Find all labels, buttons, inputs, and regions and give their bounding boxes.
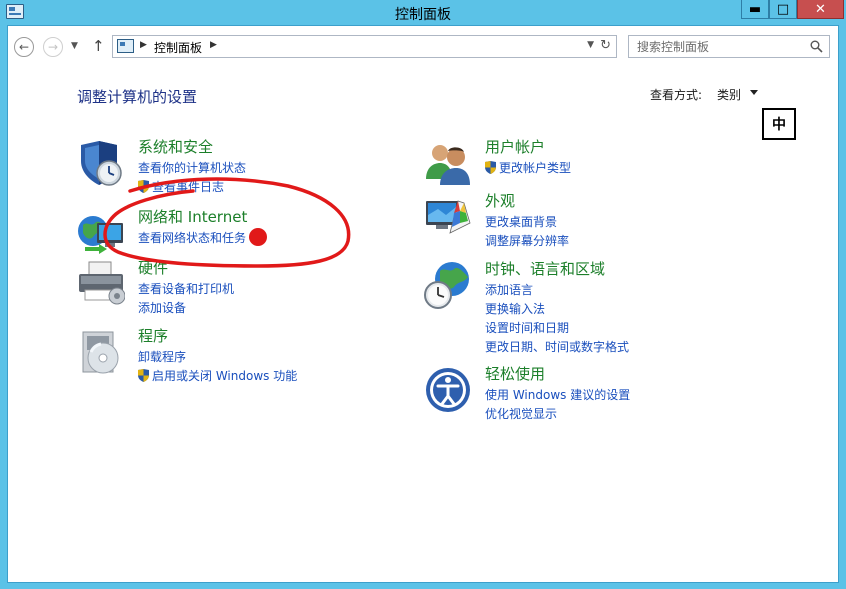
link-adjust-screen-resolution[interactable]: 调整屏幕分辨率: [485, 232, 569, 251]
ease-of-access-icon[interactable]: [424, 366, 472, 414]
search-input[interactable]: [629, 36, 807, 57]
link-view-network-status[interactable]: 查看网络状态和任务: [138, 229, 246, 248]
up-button[interactable]: ↑: [92, 37, 105, 55]
minimize-icon: ▬: [748, 1, 762, 17]
clock-globe-icon[interactable]: [424, 261, 472, 309]
network-globe-icon[interactable]: [77, 209, 125, 257]
link-set-time-date[interactable]: 设置时间和日期: [485, 319, 629, 338]
forward-button[interactable]: →: [43, 37, 63, 57]
programs-icon[interactable]: [77, 328, 125, 376]
red-annotation-overlay: [103, 177, 351, 268]
link-view-computer-status[interactable]: 查看你的计算机状态: [138, 159, 246, 178]
category-title-system-security[interactable]: 系统和安全: [138, 136, 213, 157]
page-title: 调整计算机的设置: [77, 88, 198, 106]
up-arrow-icon: ↑: [92, 37, 105, 55]
users-icon[interactable]: [424, 139, 472, 187]
window-title: 控制面板: [395, 7, 451, 23]
close-icon: ✕: [815, 1, 826, 17]
address-history-dropdown[interactable]: ▼: [587, 40, 594, 50]
close-button[interactable]: ✕: [797, 0, 844, 19]
link-windows-suggested-settings[interactable]: 使用 Windows 建议的设置: [485, 386, 630, 405]
security-shield-icon[interactable]: [77, 139, 125, 187]
breadcrumb-control-panel[interactable]: 控制面板: [154, 39, 202, 56]
minimize-button[interactable]: ▬: [741, 0, 769, 19]
breadcrumb-chevron-icon[interactable]: ▶: [140, 40, 147, 50]
link-add-language[interactable]: 添加语言: [485, 281, 629, 300]
control-panel-window: ← → ▼ ↑ ▶ 控制面板 ▶ ▼ ↻ 调整计算机的设置 查看方式: 类别 中: [7, 25, 839, 583]
category-title-programs[interactable]: 程序: [138, 325, 168, 346]
link-change-desktop-background[interactable]: 更改桌面背景: [485, 213, 569, 232]
navigation-bar: ← → ▼ ↑ ▶ 控制面板 ▶ ▼ ↻: [8, 32, 838, 62]
category-title-appearance[interactable]: 外观: [485, 190, 515, 211]
breadcrumb-chevron-icon[interactable]: ▶: [210, 40, 217, 50]
admin-shield-icon: [138, 369, 149, 382]
search-box[interactable]: [628, 35, 830, 58]
chevron-down-icon: ▼: [71, 41, 78, 51]
link-view-devices-printers[interactable]: 查看设备和打印机: [138, 280, 234, 299]
maximize-icon: □: [776, 1, 790, 17]
category-title-hardware[interactable]: 硬件: [138, 257, 168, 278]
maximize-button[interactable]: □: [769, 0, 797, 19]
appearance-icon[interactable]: [424, 193, 472, 241]
address-bar[interactable]: ▶ 控制面板 ▶ ▼ ↻: [112, 35, 617, 58]
ime-indicator[interactable]: 中: [762, 108, 796, 140]
view-by-label: 查看方式:: [650, 88, 703, 102]
category-title-ease-of-access[interactable]: 轻松使用: [485, 363, 545, 384]
control-panel-location-icon: [117, 39, 134, 53]
admin-shield-icon: [485, 161, 496, 174]
link-view-event-logs[interactable]: 查看事件日志: [138, 178, 246, 197]
link-uninstall-program[interactable]: 卸载程序: [138, 348, 297, 367]
admin-shield-icon: [138, 180, 149, 193]
link-change-account-type-label: 更改帐户类型: [499, 161, 572, 175]
link-windows-features-label: 启用或关闭 Windows 功能: [152, 369, 298, 383]
link-windows-features[interactable]: 启用或关闭 Windows 功能: [138, 367, 297, 386]
back-arrow-icon: ←: [18, 40, 30, 54]
printer-icon[interactable]: [77, 260, 125, 308]
category-title-clock-language-region[interactable]: 时钟、语言和区域: [485, 258, 605, 279]
category-title-network-internet[interactable]: 网络和 Internet: [138, 206, 247, 227]
red-dot-annotation: [249, 228, 267, 246]
link-change-date-time-number-format[interactable]: 更改日期、时间或数字格式: [485, 338, 629, 357]
title-bar: 控制面板 ▬ □ ✕: [0, 0, 846, 25]
refresh-button[interactable]: ↻: [600, 38, 611, 53]
forward-arrow-icon: →: [47, 40, 59, 54]
link-view-event-logs-label: 查看事件日志: [152, 180, 225, 194]
search-icon[interactable]: [810, 40, 823, 53]
link-add-device[interactable]: 添加设备: [138, 299, 234, 318]
link-change-account-type[interactable]: 更改帐户类型: [485, 159, 571, 178]
category-title-user-accounts[interactable]: 用户帐户: [485, 136, 545, 157]
link-change-input-method[interactable]: 更换输入法: [485, 300, 629, 319]
back-button[interactable]: ←: [14, 37, 34, 57]
view-by-dropdown[interactable]: 类别: [717, 86, 741, 103]
window-controls: ▬ □ ✕: [741, 0, 844, 19]
recent-locations-button[interactable]: ▼: [71, 41, 78, 51]
link-optimize-visual-display[interactable]: 优化视觉显示: [485, 405, 630, 424]
chevron-down-icon[interactable]: [750, 90, 758, 95]
